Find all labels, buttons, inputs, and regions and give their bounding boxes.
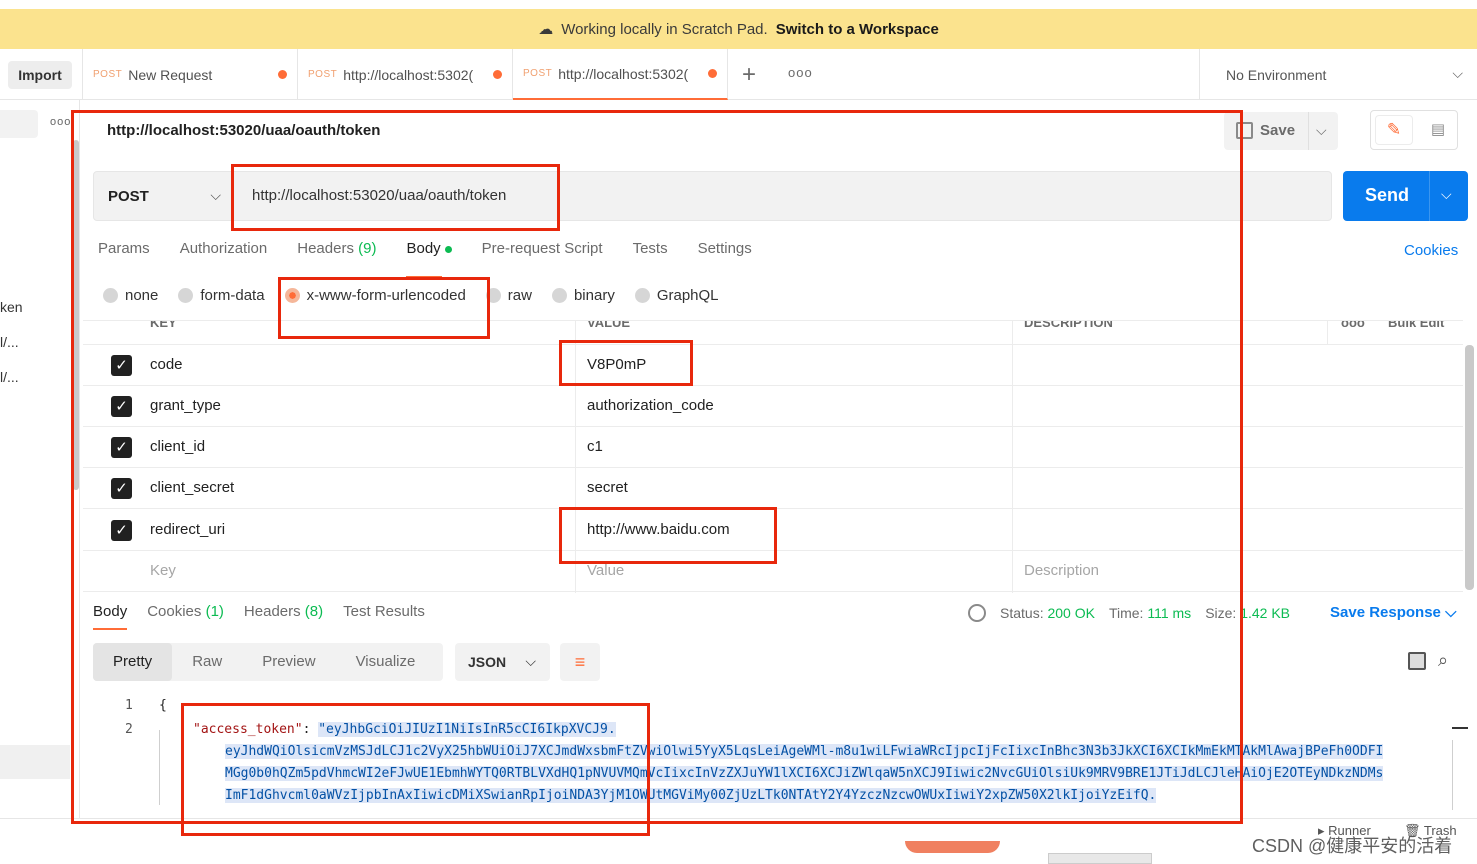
- bulk-edit-link[interactable]: Bulk Edit: [1388, 321, 1444, 330]
- annotation-box: [559, 507, 777, 564]
- body-scrollbar[interactable]: [1465, 345, 1474, 590]
- annotation-box: [559, 340, 693, 386]
- tab-title: http://localhost:5302(: [343, 66, 474, 83]
- annotation-box: [278, 277, 490, 339]
- more-tabs-icon[interactable]: ooo: [788, 65, 813, 80]
- search-icon[interactable]: ⌕: [1438, 650, 1448, 671]
- copy-icon[interactable]: [1408, 652, 1426, 670]
- top-strip: [0, 0, 1477, 9]
- chevron-down-icon: ⌵: [1445, 604, 1457, 621]
- divider: [1327, 321, 1328, 345]
- view-toggle-group: ✎ ▤: [1370, 110, 1458, 150]
- chevron-down-icon: ⌵: [1452, 65, 1463, 81]
- send-label: Send: [1365, 185, 1410, 205]
- column-options-icon[interactable]: ooo: [1341, 321, 1365, 330]
- sidebar-selected-item[interactable]: [0, 745, 70, 779]
- new-tab-plus-icon[interactable]: +: [742, 61, 756, 89]
- sidebar-item[interactable]: l/...: [0, 369, 19, 385]
- divider: [1452, 740, 1453, 810]
- tab-title: New Request: [128, 66, 213, 83]
- cookies-link[interactable]: Cookies: [1404, 242, 1458, 259]
- annotation-box: [231, 164, 560, 231]
- chevron-down-icon[interactable]: ⌵: [1441, 186, 1452, 203]
- request-tab-3[interactable]: POST http://localhost:5302(: [513, 49, 728, 100]
- chevron-down-icon[interactable]: ⌵: [1316, 122, 1327, 139]
- sidebar: ooo ken l/... l/...: [0, 100, 80, 820]
- tab-method: POST: [308, 69, 338, 80]
- scratchpad-banner: ☁ Working locally in Scratch Pad. Switch…: [0, 9, 1477, 49]
- save-response-button[interactable]: Save Response ⌵: [1330, 604, 1456, 621]
- save-response-label: Save Response: [1330, 604, 1441, 621]
- comments-icon[interactable]: ▤: [1423, 115, 1453, 145]
- size-value: 1.42 KB: [1240, 605, 1291, 621]
- banner-text: Working locally in Scratch Pad.: [561, 20, 768, 38]
- unsaved-dot-icon: [493, 70, 502, 79]
- unsaved-dot-icon: [278, 70, 287, 79]
- send-button[interactable]: Send ⌵: [1343, 171, 1468, 221]
- sidebar-item[interactable]: l/...: [0, 334, 19, 350]
- request-tab-1[interactable]: POST New Request: [83, 49, 298, 100]
- divider: [1308, 112, 1309, 150]
- import-button[interactable]: Import: [8, 61, 72, 89]
- tab-bar: Import POST New Request POST http://loca…: [0, 49, 1477, 100]
- tab-method: POST: [93, 69, 123, 80]
- watermark: CSDN @健康平安的活着: [1252, 836, 1453, 856]
- decorative-shape: [1048, 853, 1152, 864]
- request-tab-2[interactable]: POST http://localhost:5302(: [298, 49, 513, 100]
- edit-pencil-icon[interactable]: ✎: [1375, 115, 1413, 145]
- decorative-shape: [905, 841, 1000, 853]
- divider: [1429, 171, 1430, 221]
- scroll-marker: [1452, 727, 1468, 729]
- sidebar-more-icon[interactable]: ooo: [50, 116, 71, 128]
- unsaved-dot-icon: [708, 69, 717, 78]
- annotation-box: [181, 703, 650, 836]
- save-label: Save: [1260, 122, 1296, 139]
- sidebar-item[interactable]: ken: [0, 299, 23, 315]
- environment-select[interactable]: No Environment ⌵: [1199, 49, 1477, 100]
- tab-method: POST: [523, 68, 553, 79]
- environment-label: No Environment: [1226, 66, 1327, 83]
- tab-title: http://localhost:5302(: [558, 65, 689, 82]
- switch-workspace-link[interactable]: Switch to a Workspace: [776, 21, 939, 38]
- sidebar-search-input[interactable]: [0, 110, 38, 138]
- cloud-off-icon: ☁: [538, 21, 554, 38]
